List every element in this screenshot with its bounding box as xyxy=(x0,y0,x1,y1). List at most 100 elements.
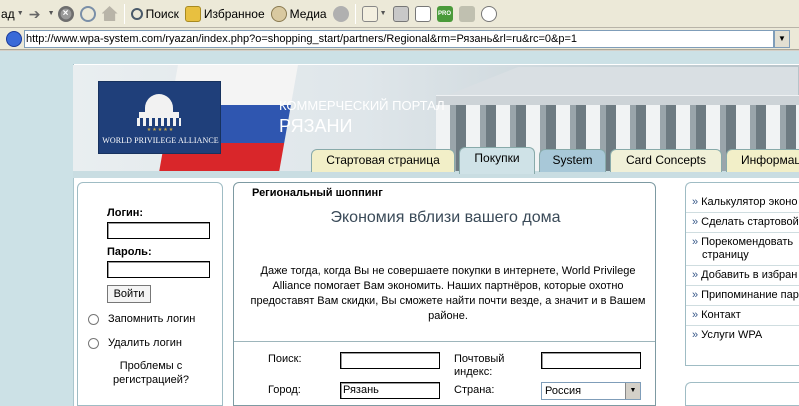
forward-dropdown-icon[interactable]: ▼ xyxy=(48,10,55,17)
zip-input[interactable] xyxy=(541,352,641,369)
quick-links-panel: » Калькулятор эконо » Сделать стартовой » П… xyxy=(685,182,799,366)
tab-system[interactable]: System xyxy=(539,149,606,172)
country-label: Страна: xyxy=(454,384,495,396)
messenger-icon xyxy=(480,5,497,22)
intro-text: Даже тогда, когда Вы не совершаете покуп… xyxy=(248,264,648,324)
login-submit-button[interactable]: Войти xyxy=(107,285,151,303)
address-bar: http://www.wpa-system.com/ryazan/index.p… xyxy=(0,28,799,50)
quick-link-wpa-services[interactable]: » Услуги WPA xyxy=(686,326,799,345)
favorites-button-label: Избранное xyxy=(203,6,265,21)
messenger-button[interactable] xyxy=(478,3,500,25)
browser-toolbar: ад ▼ ➔ ▼ × Поиск Избранное Медиа ▼ PRO xyxy=(0,0,799,28)
country-select-value: Россия xyxy=(545,385,582,397)
edit-icon xyxy=(414,5,431,22)
forward-arrow-icon: ➔ xyxy=(28,5,41,22)
pro-button[interactable]: PRO xyxy=(434,3,456,25)
quick-link-savings-calculator[interactable]: » Калькулятор эконо xyxy=(686,193,799,213)
divider xyxy=(234,341,655,342)
remember-login-label: Запомнить логин xyxy=(108,313,196,325)
tools-button[interactable] xyxy=(456,3,478,25)
password-label: Пароль: xyxy=(107,246,152,258)
intro-line: предоставят Вам скидки, Вы сможете найти… xyxy=(250,295,646,307)
chevron-right-icon: » xyxy=(692,216,699,228)
chevron-right-icon: » xyxy=(692,289,699,301)
portal-city: РЯЗАНИ xyxy=(279,116,353,136)
chevron-right-icon: » xyxy=(692,329,699,341)
intro-line: районе. xyxy=(428,310,468,322)
home-button[interactable] xyxy=(99,3,121,25)
chevron-down-icon[interactable]: ▼ xyxy=(625,383,640,399)
main-panel: Региональный шоппинг Экономия вблизи ваш… xyxy=(233,182,656,406)
login-panel: Логин: Пароль: Войти Запомнить логин Уда… xyxy=(77,182,223,406)
login-label: Логин: xyxy=(107,207,144,219)
quick-link-password-reminder[interactable]: » Припоминание паро xyxy=(686,286,799,306)
home-icon xyxy=(101,6,118,21)
edit-button[interactable] xyxy=(412,3,434,25)
mail-button[interactable]: ▼ xyxy=(359,3,390,25)
back-button-label[interactable]: ад xyxy=(1,7,15,21)
chevron-right-icon: » xyxy=(692,269,699,281)
tools-icon xyxy=(458,5,475,22)
refresh-icon xyxy=(79,5,96,22)
country-select[interactable]: Россия ▼ xyxy=(541,382,641,400)
secondary-panel xyxy=(685,382,799,406)
chevron-right-icon: » xyxy=(692,309,699,321)
capitol-dome-icon xyxy=(145,94,173,112)
tab-start-page[interactable]: Стартовая страница xyxy=(311,149,455,172)
stop-icon: × xyxy=(57,5,74,22)
wpa-logo[interactable]: ★★★★★ WORLD PRIVILEGE ALLIANCE xyxy=(98,81,221,154)
history-icon xyxy=(332,5,349,22)
forward-button[interactable]: ➔ xyxy=(24,3,46,25)
tab-shopping[interactable]: Покупки xyxy=(459,147,535,174)
registration-problems-link[interactable]: Проблемы с регистрацией? xyxy=(78,359,224,387)
pro-icon: PRO xyxy=(436,5,453,22)
tab-strip xyxy=(73,171,799,178)
password-input[interactable] xyxy=(107,261,210,278)
search-button-label: Поиск xyxy=(145,6,179,21)
quick-link-contact[interactable]: » Контакт xyxy=(686,306,799,326)
tab-card-concepts[interactable]: Card Concepts xyxy=(610,149,722,172)
intro-line: Даже тогда, когда Вы не совершаете покуп… xyxy=(260,265,636,277)
address-dropdown-icon[interactable]: ▼ xyxy=(774,30,790,48)
search-icon xyxy=(130,7,143,20)
search-label: Поиск: xyxy=(268,353,302,365)
zip-label: Почтовый индекс: xyxy=(454,353,504,379)
remember-login-radio[interactable] xyxy=(88,314,99,325)
search-button[interactable]: Поиск xyxy=(128,3,182,25)
zip-label-line2: индекс: xyxy=(454,366,493,378)
address-input[interactable]: http://www.wpa-system.com/ryazan/index.p… xyxy=(24,30,774,48)
login-input[interactable] xyxy=(107,222,210,239)
zip-label-line1: Почтовый xyxy=(454,353,505,365)
stop-button[interactable]: × xyxy=(55,3,77,25)
mail-dropdown-icon: ▼ xyxy=(379,10,387,17)
city-label: Город: xyxy=(268,384,301,396)
tab-information[interactable]: Информац xyxy=(726,149,799,172)
page-icon xyxy=(6,31,22,47)
delete-login-radio[interactable] xyxy=(88,338,99,349)
favorites-button[interactable]: Избранное xyxy=(182,3,268,25)
logo-stars: ★★★★★ xyxy=(146,127,175,133)
toolbar-separator xyxy=(354,3,356,24)
media-icon xyxy=(270,5,287,22)
quick-links-list: » Калькулятор эконо » Сделать стартовой » П… xyxy=(686,193,799,345)
registration-problems-line2: регистрацией? xyxy=(113,374,189,386)
history-button[interactable] xyxy=(330,3,352,25)
quick-link-recommend-page[interactable]: » Порекомендовать страницу xyxy=(686,233,799,266)
media-button[interactable]: Медиа xyxy=(268,3,330,25)
refresh-button[interactable] xyxy=(77,3,99,25)
search-input[interactable] xyxy=(340,352,440,369)
chevron-right-icon: » xyxy=(692,196,699,208)
media-button-label: Медиа xyxy=(289,6,327,21)
back-dropdown-icon[interactable]: ▼ xyxy=(17,10,24,17)
mail-icon xyxy=(361,5,378,22)
favorites-icon xyxy=(184,5,201,22)
print-button[interactable] xyxy=(390,3,412,25)
quick-link-add-favorites[interactable]: » Добавить в избран xyxy=(686,266,799,286)
print-icon xyxy=(392,5,409,22)
city-input[interactable]: Рязань xyxy=(340,382,440,399)
quick-link-set-start-page[interactable]: » Сделать стартовой xyxy=(686,213,799,233)
toolbar-separator xyxy=(123,3,125,24)
logo-text: WORLD PRIVILEGE ALLIANCE xyxy=(102,136,219,145)
portal-title: КОММЕРЧЕСКИЙ ПОРТАЛ xyxy=(279,98,445,113)
intro-line: Alliance помогает Вам экономить. Наших п… xyxy=(272,280,624,292)
